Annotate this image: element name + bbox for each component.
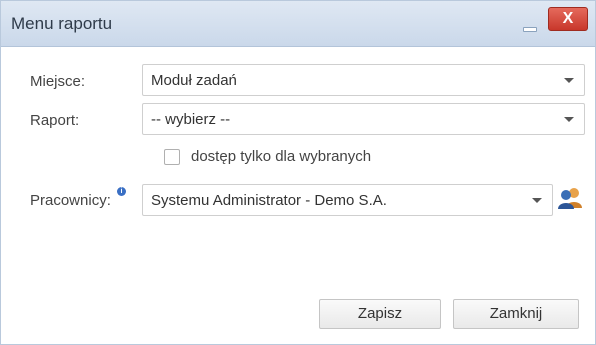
- save-button[interactable]: Zapisz: [319, 299, 441, 329]
- place-select-value: Moduł zadań: [151, 72, 237, 89]
- report-select-value: -- wybierz --: [151, 111, 231, 128]
- dialog-title: Menu raportu: [11, 14, 113, 33]
- employees-select[interactable]: Systemu Administrator - Demo S.A.: [142, 184, 553, 216]
- users-icon[interactable]: [557, 186, 583, 210]
- report-select[interactable]: -- wybierz --: [142, 103, 585, 135]
- close-icon: X: [562, 10, 574, 27]
- place-label: Miejsce:: [30, 73, 86, 90]
- employees-select-value: Systemu Administrator - Demo S.A.: [151, 192, 387, 209]
- close-button[interactable]: Zamknij: [453, 299, 579, 329]
- dialog-titlebar: Menu raportu X: [1, 1, 595, 47]
- employees-label: Pracownicy:: [30, 192, 111, 209]
- restricted-access-label[interactable]: dostęp tylko dla wybranych: [191, 148, 371, 165]
- place-select[interactable]: Moduł zadań: [142, 64, 585, 96]
- chevron-down-icon: [564, 78, 574, 83]
- restricted-access-checkbox[interactable]: [164, 149, 180, 165]
- dialog-body: Miejsce: Moduł zadań Raport: -- wybierz …: [1, 47, 595, 344]
- report-label: Raport:: [30, 112, 80, 129]
- chevron-down-icon: [532, 198, 542, 203]
- report-menu-dialog: Menu raportu X Miejsce: Moduł zadań Rapo…: [0, 0, 596, 345]
- minimize-button[interactable]: [521, 18, 539, 32]
- minimize-icon: [523, 27, 537, 32]
- chevron-down-icon: [564, 117, 574, 122]
- info-icon[interactable]: i: [117, 187, 126, 196]
- close-window-button[interactable]: X: [548, 7, 588, 31]
